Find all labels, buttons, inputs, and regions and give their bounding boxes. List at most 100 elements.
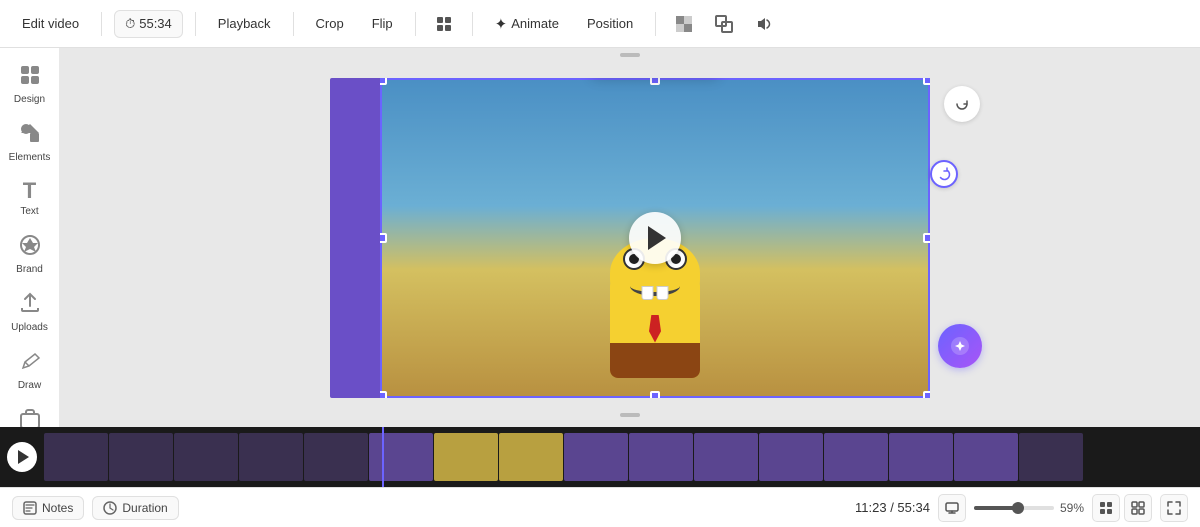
sidebar-item-uploads[interactable]: Uploads <box>4 284 56 340</box>
zoom-slider[interactable] <box>974 506 1054 510</box>
sidebar-item-projects[interactable]: Projects <box>4 400 56 427</box>
timeline-track[interactable] <box>44 427 1200 487</box>
timeline-area <box>0 427 1200 487</box>
play-overlay <box>380 78 930 398</box>
ai-assistant-button[interactable] <box>938 324 982 368</box>
edit-video-button[interactable]: Edit video <box>12 11 89 36</box>
grid-view-button[interactable] <box>1092 494 1120 522</box>
toolbar: Edit video ⏱ 55:34 Playback Crop Flip ✦ … <box>0 0 1200 48</box>
frame-9 <box>564 433 628 481</box>
toolbar-divider-4 <box>415 12 416 36</box>
toolbar-divider-2 <box>195 12 196 36</box>
position-button[interactable]: Position <box>577 11 643 36</box>
flip-button[interactable]: Flip <box>362 11 403 36</box>
sidebar: Design Elements T Text Bran <box>0 48 60 427</box>
video-frame[interactable]: ··· <box>380 78 930 398</box>
text-icon: T <box>23 180 36 202</box>
sidebar-item-text[interactable]: T Text <box>4 172 56 224</box>
zoom-level: 59% <box>1060 501 1084 515</box>
fullscreen-button[interactable] <box>1160 494 1188 522</box>
animate-label: Animate <box>511 16 559 31</box>
elements-label: Elements <box>9 152 51 164</box>
crop-button[interactable]: Crop <box>306 11 354 36</box>
canvas-container: ··· <box>330 78 930 398</box>
timeline-play-icon <box>18 450 29 464</box>
play-icon <box>648 226 666 250</box>
volume-button[interactable] <box>748 8 780 40</box>
brand-label: Brand <box>16 264 43 276</box>
ai-icon <box>949 335 971 357</box>
crop-icon <box>715 15 733 33</box>
elements-icon <box>19 122 41 148</box>
layout-icon-button[interactable] <box>428 8 460 40</box>
frame-14 <box>889 433 953 481</box>
notes-button[interactable]: Notes <box>12 496 84 520</box>
timeline-play-button[interactable] <box>0 427 44 487</box>
volume-icon <box>755 15 773 33</box>
text-label: Text <box>20 206 38 218</box>
grid-icon <box>1099 501 1113 515</box>
toolbar-divider-3 <box>293 12 294 36</box>
uploads-label: Uploads <box>11 322 48 334</box>
playhead[interactable] <box>382 427 384 487</box>
frame-15 <box>954 433 1018 481</box>
duration-button[interactable]: Duration <box>92 496 178 520</box>
notes-icon <box>23 501 37 515</box>
uploads-icon <box>19 292 41 318</box>
view-buttons <box>1092 494 1152 522</box>
sidebar-item-elements[interactable]: Elements <box>4 114 56 170</box>
design-label: Design <box>14 94 45 106</box>
projects-icon <box>19 408 41 427</box>
zoom-slider-thumb <box>1012 502 1024 514</box>
screen-view-button[interactable] <box>938 494 966 522</box>
frame-5 <box>304 433 368 481</box>
brand-icon <box>19 234 41 260</box>
notes-label: Notes <box>42 501 73 515</box>
playback-label: Playback <box>218 16 271 31</box>
frame-3 <box>174 433 238 481</box>
sidebar-item-draw[interactable]: Draw <box>4 342 56 398</box>
timer-value: 55:34 <box>139 16 172 31</box>
timecode-display: 11:23 / 55:34 <box>855 500 930 515</box>
checkered-button[interactable] <box>668 8 700 40</box>
refresh-button[interactable] <box>944 86 980 122</box>
collapse-handle-top[interactable] <box>615 48 645 67</box>
animate-button[interactable]: ✦ Animate <box>485 10 569 38</box>
crop-icon-button[interactable] <box>708 8 740 40</box>
play-button[interactable] <box>629 212 681 264</box>
canvas-area: ··· <box>60 48 1200 427</box>
main-area: Design Elements T Text Bran <box>0 48 1200 427</box>
checkered-icon <box>675 15 693 33</box>
sidebar-item-design[interactable]: Design <box>4 56 56 112</box>
list-icon <box>1131 501 1145 515</box>
bottom-bar: Notes Duration 11:23 / 55:34 59% <box>0 487 1200 527</box>
toolbar-divider-1 <box>101 12 102 36</box>
frame-10 <box>629 433 693 481</box>
duration-icon <box>103 501 117 515</box>
frame-2 <box>109 433 173 481</box>
frame-16 <box>1019 433 1083 481</box>
duration-label: Duration <box>122 501 167 515</box>
toolbar-divider-6 <box>655 12 656 36</box>
timeline-play-circle <box>7 442 37 472</box>
collapse-handle-bottom[interactable] <box>615 408 645 427</box>
list-view-button[interactable] <box>1124 494 1152 522</box>
rotate-handle[interactable] <box>930 160 958 188</box>
frame-4 <box>239 433 303 481</box>
fullscreen-icon <box>1167 501 1181 515</box>
frame-7 <box>434 433 498 481</box>
animate-icon: ✦ <box>495 15 508 33</box>
timeline-frames <box>44 433 1083 481</box>
screen-icon <box>945 501 959 515</box>
sidebar-item-brand[interactable]: Brand <box>4 226 56 282</box>
frame-8 <box>499 433 563 481</box>
toolbar-divider-5 <box>472 12 473 36</box>
edit-video-label: Edit video <box>22 16 79 31</box>
zoom-area: 59% <box>974 501 1084 515</box>
rotate-handle-inner <box>930 160 958 188</box>
draw-icon <box>19 350 41 376</box>
playback-button[interactable]: Playback <box>208 11 281 36</box>
crop-label: Crop <box>316 16 344 31</box>
layout-icon <box>435 15 453 33</box>
frame-1 <box>44 433 108 481</box>
